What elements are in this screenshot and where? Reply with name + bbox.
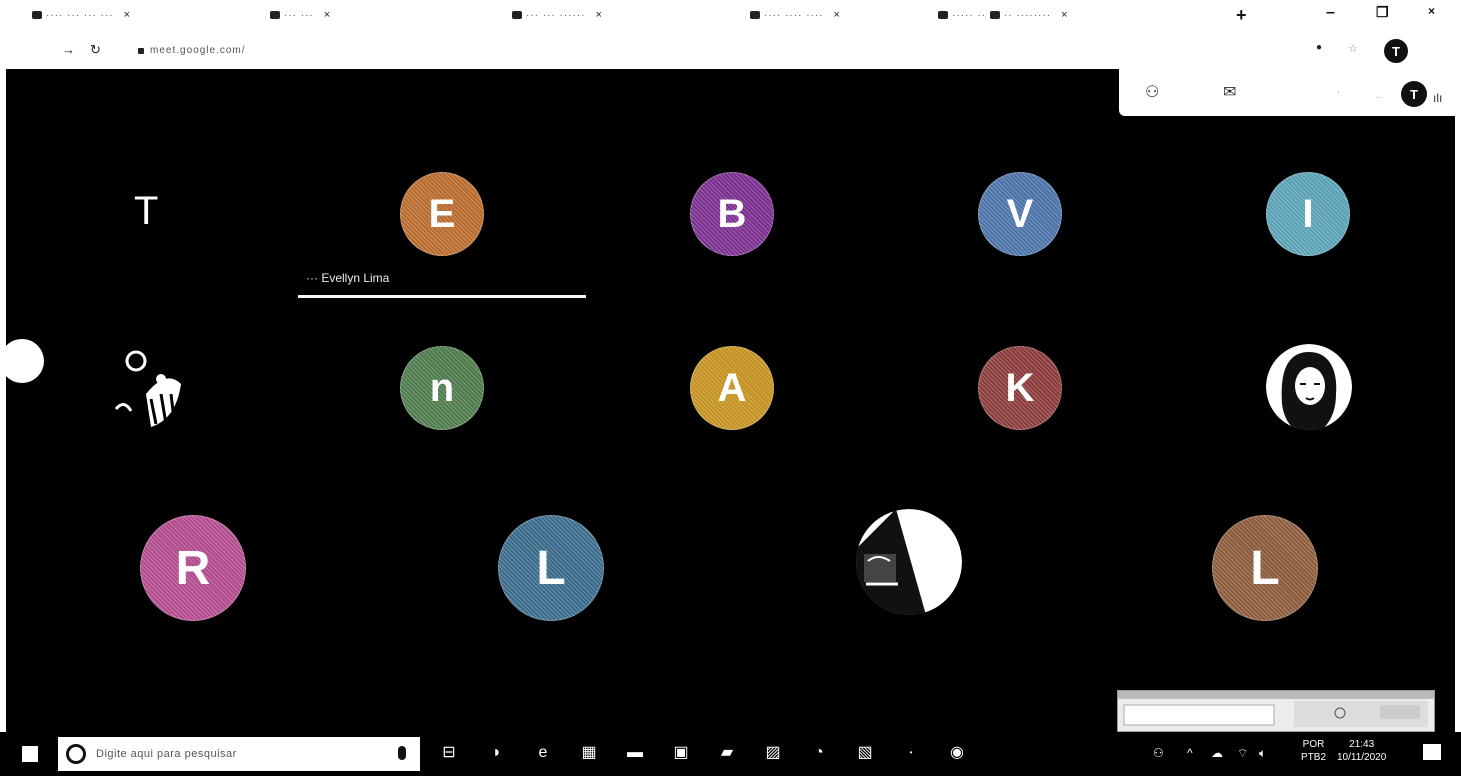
extension-icon[interactable]: ●: [1316, 42, 1322, 53]
more-options-icon[interactable]: ···: [1375, 93, 1383, 102]
participant-avatar: n: [400, 346, 484, 430]
tab-favicon-icon: [32, 11, 42, 19]
cortana-icon: [66, 744, 86, 764]
chrome-icon[interactable]: ◉: [948, 744, 966, 762]
onedrive-icon[interactable]: ☁: [1211, 746, 1223, 760]
browser-tab[interactable]: ··· ··· ×: [270, 6, 485, 24]
network-icon[interactable]: ⌔: [1237, 746, 1248, 761]
participant-photo: [856, 509, 962, 615]
store-icon[interactable]: ▣: [672, 744, 690, 762]
meeting-grid: ⚇ ✉ · ··· T ılı T E B V I ··· Evellyn Li…: [6, 69, 1455, 732]
briefcase-icon[interactable]: ▰: [718, 744, 736, 762]
participant-avatar: K: [978, 346, 1062, 430]
app-icon[interactable]: ▦: [580, 744, 598, 762]
self-view-bubble[interactable]: [6, 339, 44, 383]
participant-avatar: R: [140, 515, 246, 621]
tab-favicon-icon: [990, 11, 1000, 19]
tab-favicon-icon: [270, 11, 280, 19]
close-tab-icon[interactable]: ×: [124, 9, 131, 21]
volume-icon[interactable]: 🔈︎: [1259, 746, 1266, 761]
clock[interactable]: 21:43 10/11/2020: [1337, 738, 1386, 764]
browser-tab[interactable]: ···· ··· ··· ··· ×: [32, 6, 242, 24]
task-view-icon[interactable]: ⊟: [440, 744, 458, 762]
chat-icon[interactable]: ✉: [1223, 82, 1236, 102]
browser-tab[interactable]: ···· ···· ···· ×: [750, 6, 930, 24]
browser-tab-active[interactable]: ·· ········ ×: [990, 6, 1205, 24]
participant-avatar: V: [978, 172, 1062, 256]
participant-avatar: L: [498, 515, 604, 621]
participant-avatar: I: [1266, 172, 1350, 256]
participant-avatar: L: [1212, 515, 1318, 621]
windows-start-icon[interactable]: [22, 746, 38, 762]
forward-arrow-icon[interactable]: →: [62, 42, 75, 57]
close-tab-icon[interactable]: ×: [834, 9, 841, 21]
taskbar-search-input[interactable]: Digite aqui para pesquisar: [58, 737, 420, 771]
browser-tab[interactable]: ··· ··· ······ ×: [512, 6, 734, 24]
audio-level-icon: ılı: [1433, 91, 1443, 105]
star-icon[interactable]: ☆: [1348, 42, 1358, 55]
participant-avatar: E: [400, 172, 484, 256]
close-tab-icon[interactable]: ×: [596, 9, 603, 21]
people-icon[interactable]: ⚇: [1153, 746, 1164, 760]
word-icon[interactable]: ▧: [856, 744, 874, 762]
paint-icon[interactable]: ◔: [810, 744, 828, 762]
edge-browser-icon[interactable]: e: [534, 744, 552, 762]
self-avatar: T: [1401, 81, 1427, 107]
language-indicator[interactable]: POR PTB2: [1301, 738, 1326, 764]
app-icon[interactable]: ▨: [764, 744, 782, 762]
close-window-icon[interactable]: ×: [1428, 4, 1435, 18]
app-icon[interactable]: •: [902, 744, 920, 762]
presentation-preview[interactable]: [1117, 690, 1435, 732]
minimize-icon[interactable]: –: [1326, 4, 1335, 22]
participant-photo: [106, 339, 206, 439]
windows-taskbar: Digite aqui para pesquisar ⊟ ◗ e ▦ ▬ ▣ ▰…: [0, 732, 1461, 776]
preview-thumbnail-icon: [1118, 691, 1434, 727]
meeting-top-controls: ⚇ ✉ · ··· T ılı: [1119, 69, 1455, 116]
new-tab-icon[interactable]: +: [1236, 5, 1247, 26]
profile-avatar[interactable]: T: [1384, 39, 1408, 63]
browser-tab[interactable]: ····· ··: [938, 6, 988, 24]
lock-icon: [138, 48, 144, 54]
browser-tab-bar: ···· ··· ··· ··· × ··· ··· × ··· ··· ···…: [0, 0, 1461, 34]
notification-center-icon[interactable]: [1423, 744, 1441, 760]
restore-icon[interactable]: ❐: [1376, 4, 1389, 21]
tab-favicon-icon: [750, 11, 760, 19]
tab-favicon-icon: [512, 11, 522, 19]
microphone-icon[interactable]: [398, 746, 406, 760]
participant-initial: T: [134, 189, 159, 233]
url-field[interactable]: meet.google.com/: [150, 45, 246, 56]
participant-avatar: A: [690, 346, 774, 430]
participant-avatar: B: [690, 172, 774, 256]
app-icon[interactable]: ◗: [488, 744, 506, 762]
close-tab-icon[interactable]: ×: [1061, 9, 1068, 21]
file-explorer-icon[interactable]: ▬: [626, 744, 644, 762]
close-tab-icon[interactable]: ×: [324, 9, 331, 21]
system-tray: ⚇ ^ ☁ ⌔ 🔈︎ POR PTB2 21:43 10/11/2020: [1131, 732, 1461, 776]
tab-favicon-icon: [938, 11, 948, 19]
chevron-up-icon[interactable]: ^: [1187, 746, 1193, 760]
people-icon[interactable]: ⚇: [1145, 82, 1159, 102]
address-bar: → ↻ meet.google.com/ ● ☆ T: [0, 34, 1461, 68]
activities-icon[interactable]: ·: [1337, 87, 1340, 98]
participant-photo: [1266, 344, 1352, 430]
reload-icon[interactable]: ↻: [90, 42, 101, 58]
speaker-underline: [298, 295, 586, 298]
speaker-name-label: ··· Evellyn Lima: [306, 271, 390, 285]
